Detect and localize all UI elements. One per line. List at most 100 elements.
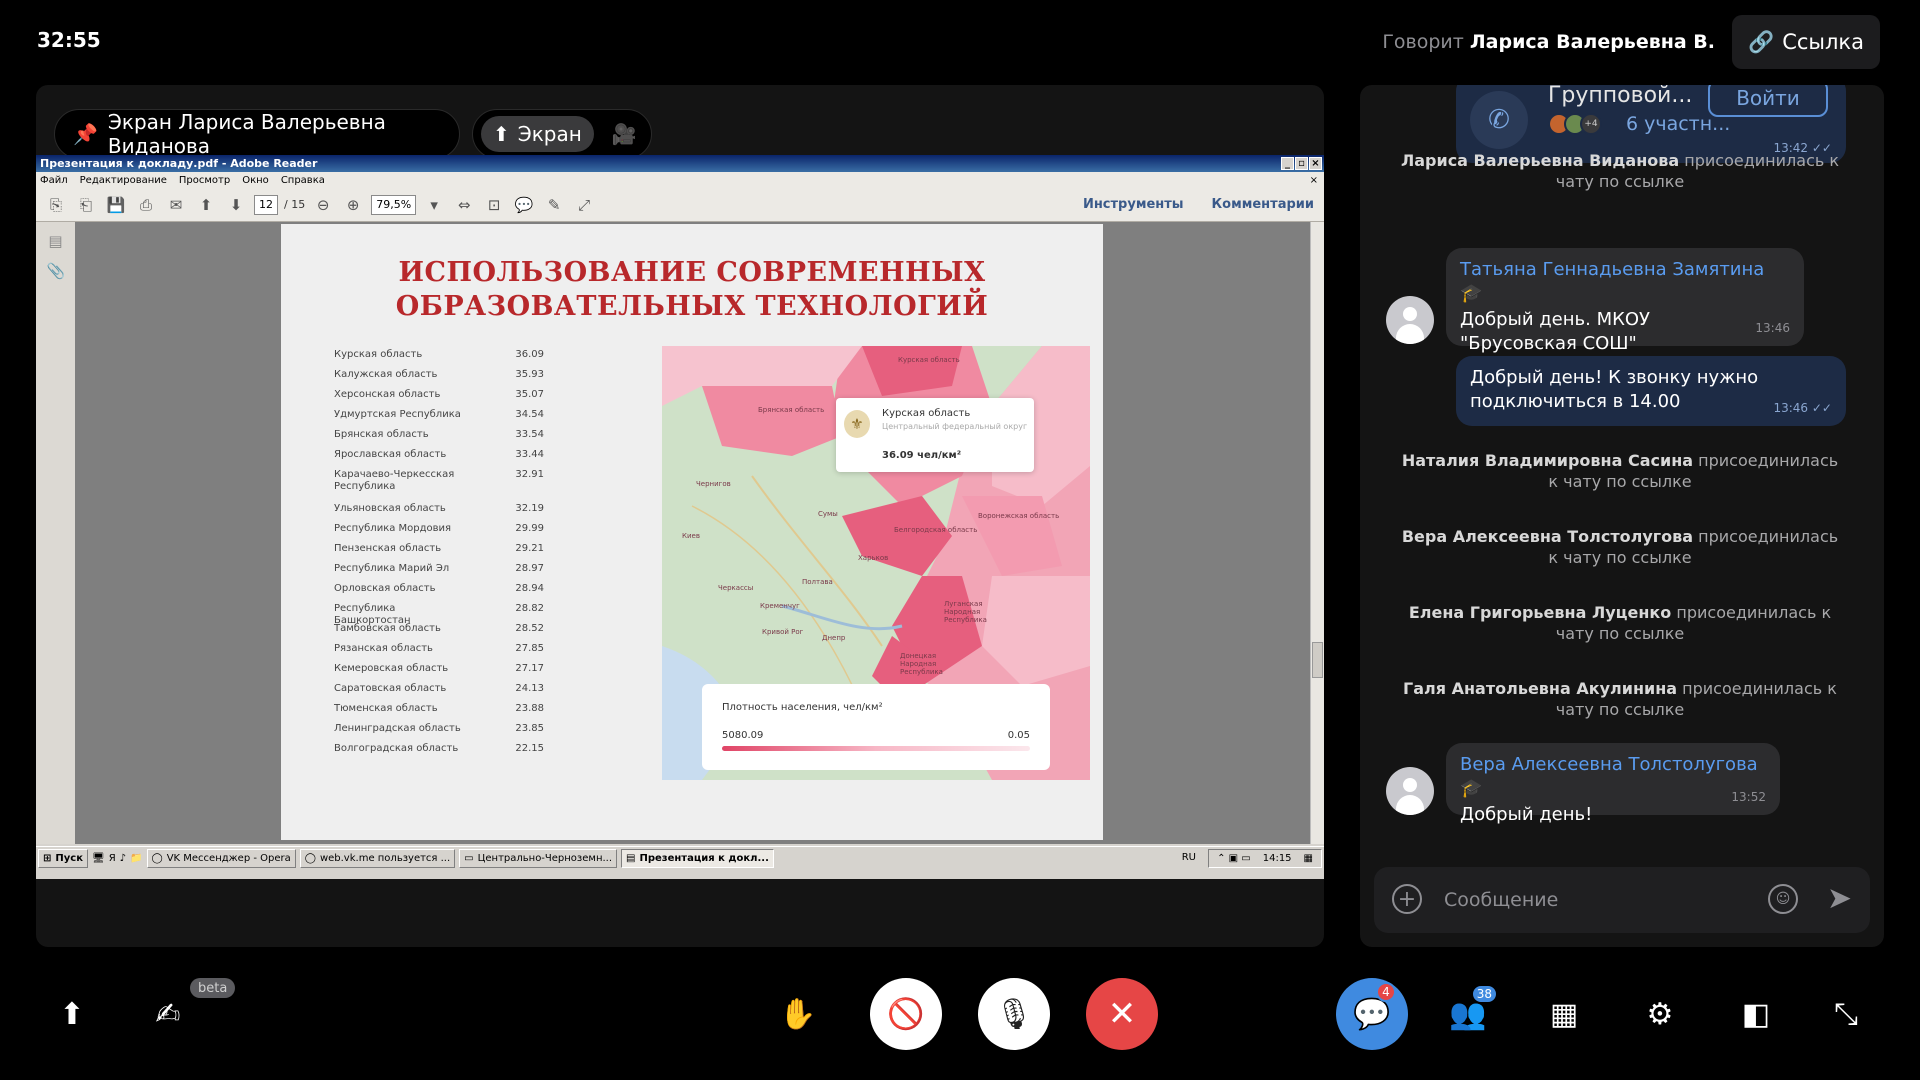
taskbar-item[interactable]: ◯ web.vk.me пользуется ... (299, 849, 456, 868)
taskbar-item[interactable]: ▭ Центрально-Черноземн... (459, 849, 618, 868)
save-icon[interactable]: 💾 (104, 194, 128, 216)
end-call-button[interactable]: ✕ (1086, 978, 1158, 1050)
ranking-row: Республика Марий Эл 28.97 (334, 563, 544, 583)
chat-message: Вера Алексеевна Толстолугова 🎓 Добрый де… (1446, 743, 1780, 825)
fit-width-icon[interactable]: ⇔ (452, 194, 476, 216)
zoom-select[interactable]: 79,5% (371, 194, 417, 215)
emoji-icon[interactable]: ☺ (1768, 884, 1798, 914)
tray-icons[interactable]: ⌃ ▣ ▭ (1217, 853, 1251, 864)
ranking-region: Волгоградская область (334, 743, 459, 754)
ranking-value: 23.85 (515, 723, 544, 734)
prev-page-icon[interactable]: ⬆ (194, 194, 218, 216)
menu-window[interactable]: Окно (242, 175, 269, 186)
verified-icon: 🎓 (1460, 283, 1483, 304)
menu-edit[interactable]: Редактирование (80, 175, 167, 186)
fit-page-icon[interactable]: ⊡ (482, 194, 506, 216)
highlight-icon[interactable]: ✎ (542, 194, 566, 216)
ranking-row: Саратовская область 24.13 (334, 683, 544, 703)
ranking-value: 22.15 (515, 743, 544, 754)
reader-toolbar: ⎘ ⎗ 💾 ⎙ ✉ ⬆ ⬇ 12 / 15 ⊖ ⊕ 79,5% ▾ ⇔ ⊡ 💬 … (36, 188, 1324, 222)
taskbar-item[interactable]: ◯ VK Мессенджер - Opera (146, 849, 296, 868)
scrollbar-thumb[interactable] (1312, 642, 1323, 678)
media-icon[interactable]: ♪ (120, 853, 126, 864)
window-icon: ▭ (464, 853, 474, 864)
zoom-in-icon[interactable]: ⊕ (341, 194, 365, 216)
screen-owner-pill[interactable]: 📌 Экран Лариса Валерьевна Виданова (54, 109, 460, 159)
screen-view-button[interactable]: ⬆ Экран (481, 116, 594, 152)
chevron-down-icon[interactable]: ▾ (422, 194, 446, 216)
exit-fullscreen-button[interactable]: ⤡ (1810, 978, 1882, 1050)
slide-title-line-2: ОБРАЗОВАТЕЛЬНЫХ ТЕХНОЛОГИЙ (395, 291, 989, 322)
folder-icon[interactable]: 📁 (130, 853, 142, 864)
map-label: Луганская Народная Республика (944, 600, 987, 624)
system-message-name: Вера Алексеевна Толстолугова (1401, 527, 1694, 546)
layout-grid-button[interactable]: ▦ (1528, 978, 1600, 1050)
attach-icon[interactable]: + (1392, 884, 1422, 914)
language-indicator[interactable]: RU (1182, 852, 1196, 863)
create-pdf-icon[interactable]: ⎘ (44, 194, 68, 216)
fullscreen-icon[interactable]: ⤢ (572, 194, 596, 216)
whiteboard-icon: ✍ (155, 996, 181, 1032)
tools-link[interactable]: Инструменты (1083, 197, 1184, 212)
camera-toggle-button[interactable]: 🚫 (870, 978, 942, 1050)
next-page-icon[interactable]: ⬇ (224, 194, 248, 216)
ranking-value: 23.88 (515, 703, 544, 714)
menu-help[interactable]: Справка (281, 175, 325, 186)
chat-button[interactable]: 💬 4 (1336, 978, 1408, 1050)
menu-file[interactable]: Файл (40, 175, 68, 186)
desktop-icon[interactable]: 🖥 (92, 853, 105, 864)
microphone-toggle-button[interactable]: 🎙 (978, 978, 1050, 1050)
copy-link-button[interactable]: 🔗 Ссылка (1732, 15, 1880, 69)
taskbar-item-label: VK Мессенджер - Opera (166, 853, 291, 864)
comments-link[interactable]: Комментарии (1212, 197, 1314, 212)
ranking-row: Тюменская область 23.88 (334, 703, 544, 723)
participants-button[interactable]: 👥 38 (1432, 978, 1504, 1050)
close-icon: ✕ (1107, 994, 1137, 1034)
message-author[interactable]: Татьяна Геннадьевна Замятина 🎓 (1460, 258, 1790, 306)
avatar[interactable] (1386, 296, 1434, 344)
mail-icon[interactable]: ✉ (164, 194, 188, 216)
ranking-row: Волгоградская область 22.15 (334, 743, 544, 763)
attachments-icon[interactable]: 📎 (47, 262, 66, 282)
zoom-out-icon[interactable]: ⊖ (311, 194, 335, 216)
settings-button[interactable]: ⚙ (1624, 978, 1696, 1050)
ranking-region: Карачаево-Черкесская Республика (334, 469, 455, 492)
close-document-icon[interactable]: × (1310, 175, 1318, 186)
network-icon[interactable]: ▦ (1304, 853, 1313, 864)
picture-in-picture-button[interactable]: ◧ (1720, 978, 1792, 1050)
pages-panel-icon[interactable]: ▤ (47, 232, 65, 252)
send-icon[interactable]: ➤ (1827, 881, 1852, 916)
share-icon[interactable]: ⎗ (74, 194, 98, 216)
menu-view[interactable]: Просмотр (179, 175, 230, 186)
message-time: 13:46 ✓✓ (1773, 401, 1832, 415)
taskbar-item-active[interactable]: ▤ Презентация к докл... (621, 849, 774, 868)
print-icon[interactable]: ⎙ (134, 194, 158, 216)
ranking-row: Республика Башкортостан 28.82 (334, 603, 544, 626)
speaker-prefix: Говорит (1382, 31, 1464, 53)
start-label: Пуск (55, 853, 83, 864)
ranking-region: Тюменская область (334, 703, 438, 714)
document-area: ▤ 📎 ИСПОЛЬЗОВАНИЕ СОВРЕМЕННЫХ ОБРАЗОВАТЕ… (36, 222, 1324, 844)
comment-icon[interactable]: 💬 (512, 194, 536, 216)
start-button[interactable]: ⊞ Пуск (38, 849, 88, 868)
opera-icon: ◯ (304, 853, 316, 864)
ranking-region: Калужская область (334, 369, 438, 380)
participant-avatars: +4 (1548, 113, 1602, 135)
document-scrollbar[interactable] (1310, 222, 1324, 844)
join-call-button[interactable]: Войти (1708, 85, 1828, 117)
message-input[interactable] (1444, 885, 1744, 915)
windows-taskbar: ⊞ Пуск 🖥 Я ♪ 📁 ◯ VK Мессенджер - Opera ◯… (36, 846, 1324, 870)
camera-view-icon[interactable]: 🎥 (612, 122, 637, 146)
yandex-icon[interactable]: Я (109, 853, 116, 864)
share-screen-button[interactable]: ⬆ (36, 978, 108, 1050)
maximize-icon[interactable]: ▫ (1295, 157, 1308, 170)
map-label: Чернигов (696, 480, 731, 488)
page-number-input[interactable]: 12 (254, 194, 278, 215)
minimize-icon[interactable]: _ (1281, 157, 1294, 170)
ranking-value: 29.99 (515, 523, 544, 534)
message-author[interactable]: Вера Алексеевна Толстолугова 🎓 (1460, 753, 1766, 801)
slide-title: ИСПОЛЬЗОВАНИЕ СОВРЕМЕННЫХ ОБРАЗОВАТЕЛЬНЫ… (281, 256, 1103, 324)
raise-hand-button[interactable]: ✋ (762, 978, 834, 1050)
close-icon[interactable]: × (1309, 157, 1322, 170)
avatar[interactable] (1386, 767, 1434, 815)
